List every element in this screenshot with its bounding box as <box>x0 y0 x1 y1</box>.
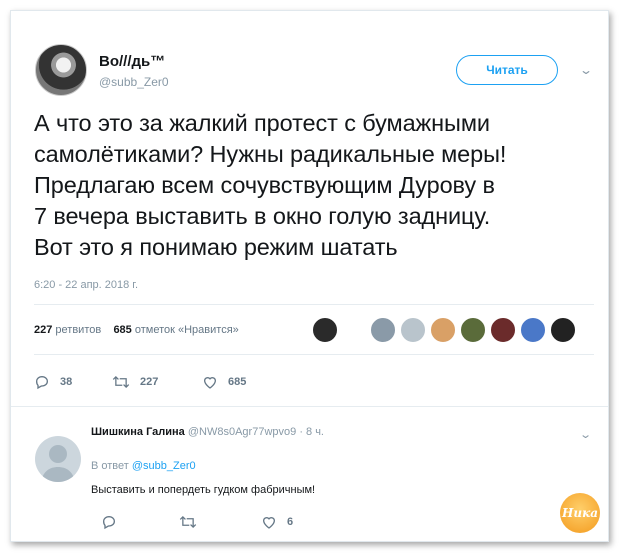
reply-tweet[interactable]: Шишкина Галина @NW8s0Agr77wpvo9 · 8 ч. ⌄… <box>11 406 608 541</box>
tweet-card: Во///дь™ @subb_Zer0 Читать ⌄ А что это з… <box>10 10 609 542</box>
tweet-line: А что это за жалкий протест с бумажными <box>34 110 490 136</box>
avatar[interactable] <box>369 316 397 344</box>
tweet-line: 7 вечера выставить в окно голую задницу. <box>34 203 491 229</box>
author-avatar[interactable] <box>35 44 87 96</box>
avatar[interactable] <box>459 316 487 344</box>
reply-time[interactable]: · 8 ч. <box>299 426 324 438</box>
retweet-icon <box>179 515 197 529</box>
reply-header: Шишкина Галина @NW8s0Agr77wpvo9 · 8 ч. <box>91 426 324 438</box>
avatar[interactable] <box>311 316 339 344</box>
reply-button[interactable] <box>101 514 127 530</box>
reply-author-name[interactable]: Шишкина Галина <box>91 426 185 438</box>
watermark-logo: Ника <box>560 493 600 533</box>
tweet-text: А что это за жалкий протест с бумажными … <box>34 108 594 263</box>
chevron-down-icon[interactable]: ⌄ <box>579 428 592 441</box>
avatar[interactable] <box>429 316 457 344</box>
like-button[interactable]: 6 <box>261 514 293 530</box>
divider <box>34 354 594 355</box>
in-reply-to: В ответ @subb_Zer0 <box>91 460 196 472</box>
tweet-line: Предлагаю всем сочувствующим Дурову в <box>34 172 495 198</box>
like-button[interactable]: 685 <box>202 374 246 390</box>
divider <box>34 304 594 305</box>
tweet-timestamp[interactable]: 6:20 - 22 апр. 2018 г. <box>34 279 138 291</box>
reply-button[interactable]: 38 <box>34 374 72 390</box>
retweets-count[interactable]: 227 <box>34 324 52 336</box>
likes-count[interactable]: 685 <box>113 324 131 336</box>
reply-text: Выставить и попердеть гудком фабричным! <box>91 484 316 496</box>
reply-like-count: 6 <box>287 516 294 528</box>
retweet-icon <box>112 375 130 389</box>
follow-button[interactable]: Читать <box>456 55 558 85</box>
avatar[interactable] <box>489 316 517 344</box>
author-handle[interactable]: @subb_Zer0 <box>99 75 169 89</box>
in-reply-handle-link[interactable]: @subb_Zer0 <box>132 460 196 472</box>
author-name[interactable]: Во///дь™ <box>99 53 165 70</box>
likes-label[interactable]: отметок «Нравится» <box>135 324 239 336</box>
tweet-stats: 227 ретвитов 685 отметок «Нравится» <box>34 324 239 336</box>
like-count: 685 <box>228 376 247 388</box>
retweet-button[interactable]: 227 <box>112 374 158 390</box>
tweet-line: самолётиками? Нужны радикальные меры! <box>34 141 507 167</box>
reply-icon <box>35 375 49 390</box>
heart-icon <box>203 377 217 389</box>
retweet-button[interactable] <box>179 514 207 530</box>
reply-author-handle[interactable]: @NW8s0Agr77wpvo9 <box>188 426 296 438</box>
avatar[interactable] <box>399 316 427 344</box>
default-avatar-icon <box>41 445 75 482</box>
reply-avatar[interactable] <box>35 436 81 482</box>
heart-icon <box>262 517 276 529</box>
retweet-count: 227 <box>140 376 159 388</box>
reply-count: 38 <box>60 376 73 388</box>
retweets-label[interactable]: ретвитов <box>55 324 101 336</box>
reply-icon <box>102 515 116 530</box>
chevron-down-icon[interactable]: ⌄ <box>579 63 593 77</box>
avatar[interactable] <box>519 316 547 344</box>
avatar[interactable] <box>549 316 577 344</box>
tweet-line: Вот это я понимаю режим шатать <box>34 234 398 260</box>
in-reply-prefix: В ответ <box>91 460 129 472</box>
